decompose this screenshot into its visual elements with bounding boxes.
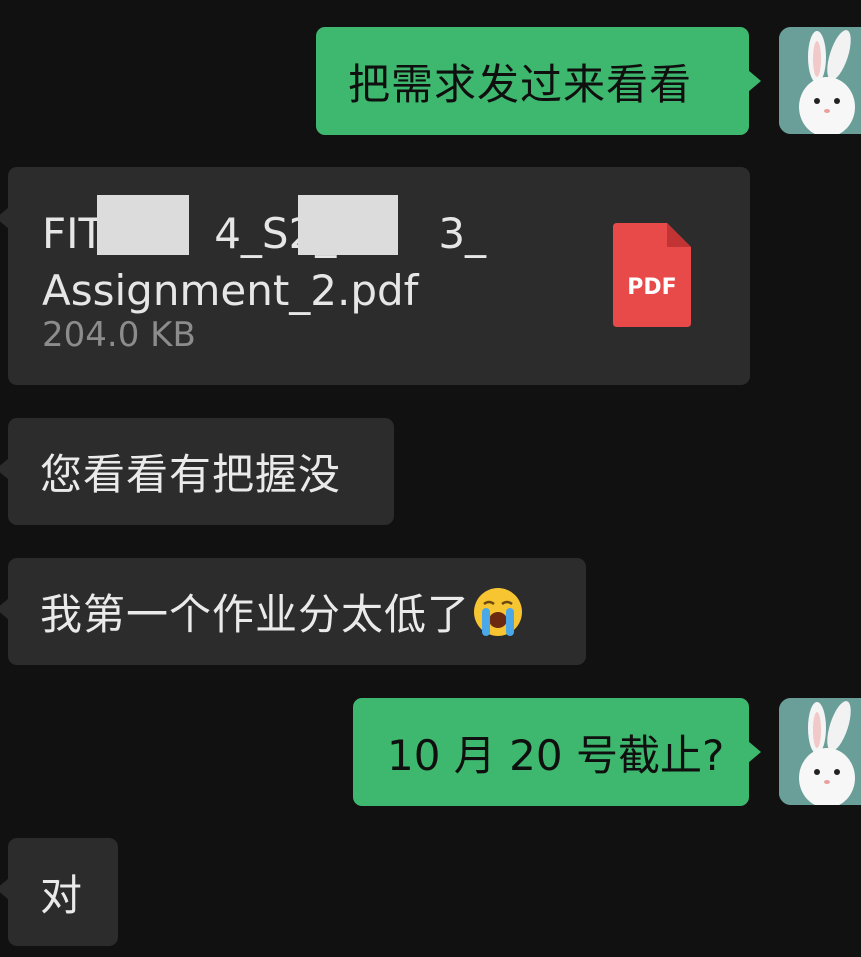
loudly-crying-face-icon bbox=[474, 587, 523, 636]
bubble-tail bbox=[0, 207, 9, 229]
file-size: 204.0 KB bbox=[42, 315, 196, 355]
avatar[interactable] bbox=[779, 27, 861, 134]
file-name-line2: Assignment_2.pdf bbox=[42, 266, 419, 315]
message-text: 对 bbox=[40, 870, 84, 920]
chat-conversation: 把需求发过来看看 FIT 4_S2_ 3_ Assignment_2.pdf 204… bbox=[0, 0, 861, 957]
message-bubble-sent[interactable]: 把需求发过来看看 bbox=[316, 27, 761, 135]
redaction-block bbox=[298, 195, 398, 255]
message-bubble-received[interactable]: 对 bbox=[0, 838, 118, 946]
pdf-label: PDF bbox=[627, 275, 677, 300]
rabbit-avatar-icon bbox=[779, 698, 861, 805]
bubble-tail bbox=[0, 878, 9, 900]
message-text: 您看看有把握没 bbox=[40, 450, 342, 499]
message-bubble-received[interactable]: 您看看有把握没 bbox=[0, 418, 394, 525]
avatar[interactable] bbox=[779, 698, 861, 805]
message-bubble-received[interactable]: 我第一个作业分太低了 bbox=[0, 558, 586, 665]
redaction-block bbox=[97, 195, 189, 255]
message-bubble-sent[interactable]: 10 月 20 号截止? bbox=[353, 698, 761, 806]
file-name-part: 3_ bbox=[438, 209, 487, 258]
file-message-bubble[interactable]: FIT 4_S2_ 3_ Assignment_2.pdf 204.0 KB PDF bbox=[0, 167, 750, 385]
file-name-part: FIT bbox=[42, 209, 105, 258]
bubble-tail bbox=[748, 741, 761, 763]
pdf-file-icon: PDF bbox=[613, 223, 691, 327]
bubble-tail bbox=[0, 458, 9, 480]
message-text: 把需求发过来看看 bbox=[348, 59, 693, 109]
message-text: 10 月 20 号截止? bbox=[387, 730, 725, 780]
message-text: 我第一个作业分太低了 bbox=[40, 590, 471, 639]
bubble-tail bbox=[0, 598, 9, 620]
rabbit-avatar-icon bbox=[779, 27, 861, 134]
bubble-tail bbox=[748, 70, 761, 92]
